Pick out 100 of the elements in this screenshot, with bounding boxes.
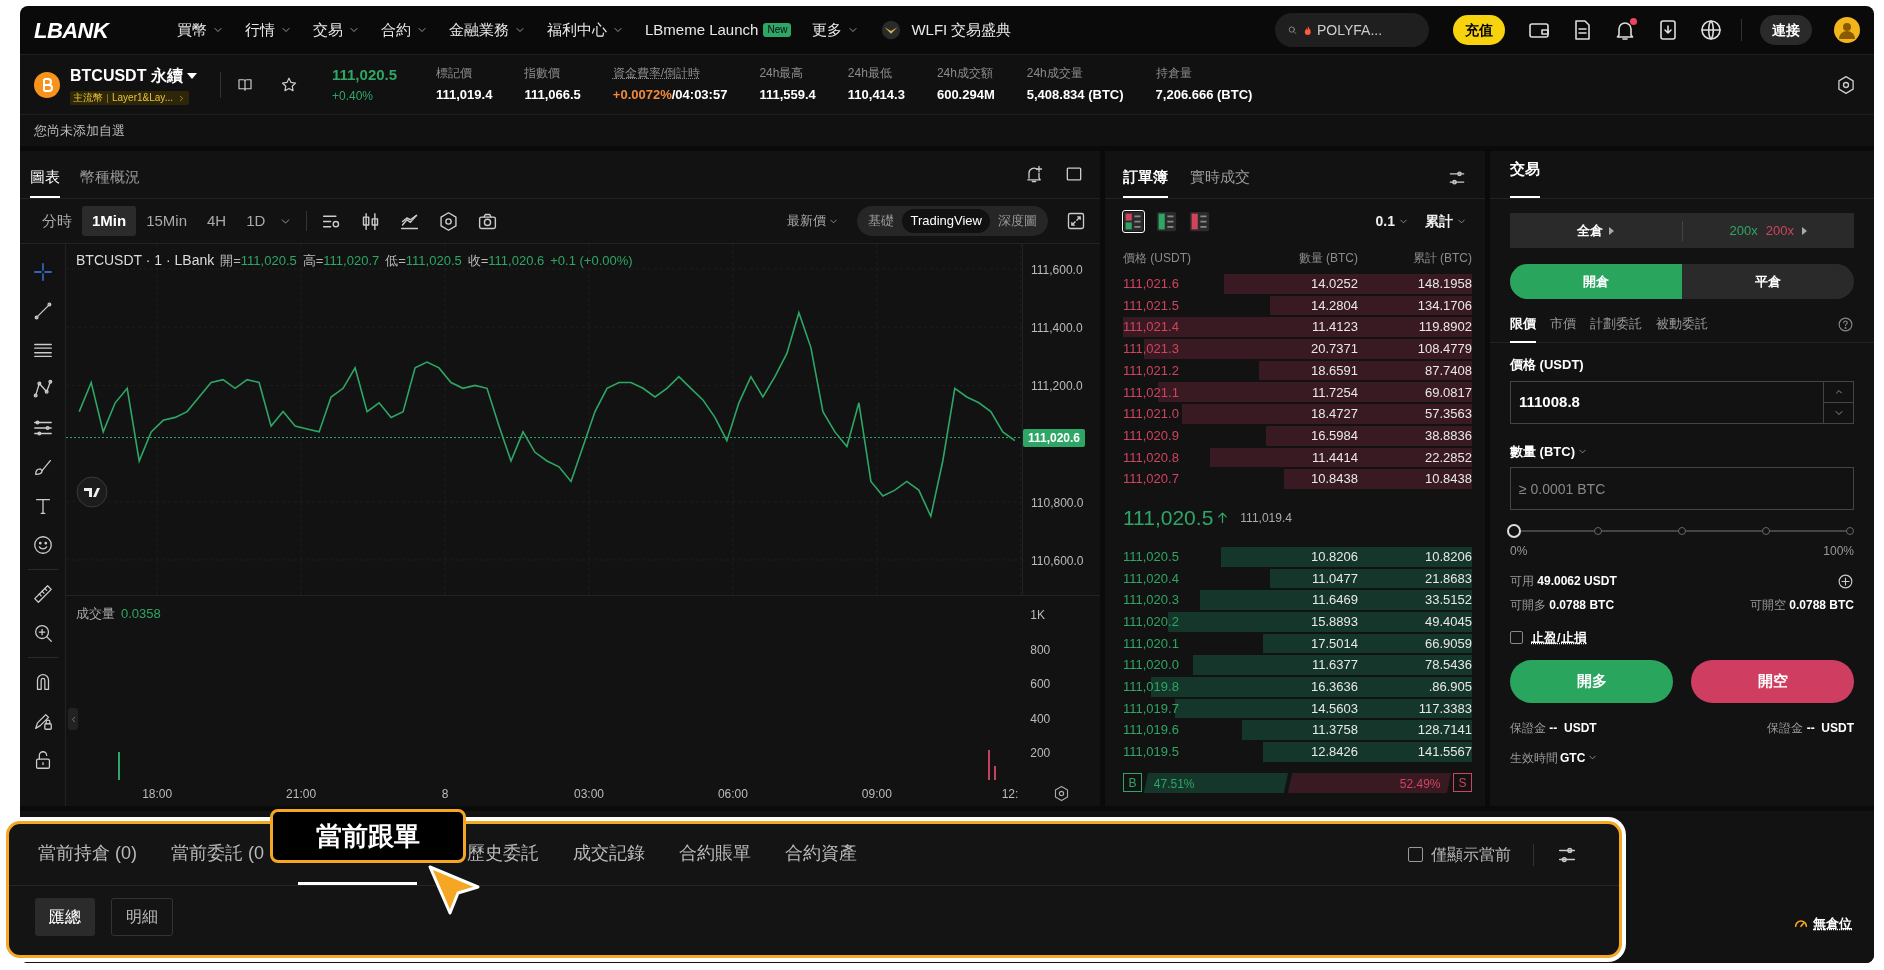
axis-label: 110,600.0 — [1031, 552, 1084, 570]
order-type-tab[interactable]: 市價 — [1550, 306, 1576, 343]
nav-menu-item[interactable]: 買幣 — [177, 18, 224, 42]
position-tab[interactable]: 當前委託 (0 — [171, 824, 264, 885]
ohlc-label: 低= — [385, 251, 406, 270]
position-tab[interactable]: 當前持倉 (0) — [38, 824, 137, 885]
pattern-icon[interactable] — [31, 378, 54, 400]
amount-cell-text: 11.6469 — [1311, 591, 1358, 610]
price-cell-text: 111,020.3 — [1123, 591, 1179, 610]
nav-menu-item[interactable]: 更多 — [812, 18, 860, 42]
search-input[interactable]: POLYFA... — [1317, 19, 1417, 41]
help-icon[interactable] — [1837, 316, 1854, 333]
price-cell-text: 111,021.5 — [1123, 296, 1179, 315]
margin-info: 保證金 -- USDT — [1510, 719, 1597, 737]
chart-tab[interactable]: 幣種概況 — [80, 158, 140, 198]
search-field[interactable]: POLYFA... — [1275, 13, 1429, 47]
symbol-selector[interactable]: BTCUSDT 永續 — [70, 64, 220, 88]
checkbox[interactable] — [1408, 847, 1423, 862]
axis-label: 111,600.0 — [1031, 262, 1083, 279]
subtab-button[interactable]: 匯總 — [35, 898, 95, 936]
logo[interactable]: LBANK — [34, 13, 177, 47]
alert-add-icon[interactable] — [1024, 164, 1044, 184]
nav-menu-item[interactable]: 交易 — [313, 18, 360, 42]
interval-button[interactable]: 1Min — [82, 206, 137, 236]
nav-menu-item[interactable]: 合約 — [381, 18, 428, 42]
time-in-force-dropdown[interactable]: 生效時間 GTC — [1510, 748, 1599, 767]
interval-button[interactable]: 4H — [197, 206, 237, 236]
nav-menu-item[interactable]: 福利中心 — [547, 18, 624, 42]
volume-scale-label: 400 — [1030, 710, 1051, 728]
category-tag[interactable]: Layer1&Lay... — [112, 91, 173, 105]
order-type-tab[interactable]: 限價 — [1510, 306, 1536, 343]
price-cell-text: 111,020.2 — [1123, 613, 1179, 632]
total-cell-text: 57.3563 — [1425, 405, 1472, 424]
quantity-unit-dropdown[interactable]: 數量 (BTC) — [1510, 441, 1588, 461]
stat-label: 標記價 — [436, 65, 473, 83]
collapse-handle[interactable] — [68, 708, 78, 730]
max-long: 可開多 0.0788 BTC — [1510, 597, 1615, 614]
amount-cell-text: 10.8206 — [1311, 547, 1358, 566]
side-tab[interactable]: 平倉 — [1682, 264, 1854, 299]
position-tab[interactable]: 合約賬單 — [679, 824, 751, 885]
connect-button[interactable]: 連接 — [1760, 15, 1812, 45]
view-tab[interactable]: TradingView — [902, 209, 990, 233]
nav-menu-item[interactable]: WLFI 交易盛典 — [880, 18, 1012, 42]
ohlc-value: 111,020.6 — [488, 251, 545, 270]
interval-button[interactable]: 分時 — [32, 206, 82, 236]
add-funds-icon[interactable] — [1837, 572, 1854, 590]
deposit-button[interactable]: 充值 — [1453, 15, 1505, 45]
order-type-tab[interactable]: 被動委託 — [1656, 306, 1708, 343]
amount-cell-text: 10.8438 — [1311, 470, 1358, 489]
margin-mode-button[interactable]: 全倉 — [1510, 220, 1682, 241]
settings-icon[interactable] — [1052, 784, 1070, 802]
price-cell-text: 111,019.6 — [1123, 721, 1179, 740]
subtab-button[interactable]: 明細 — [111, 898, 173, 936]
view-tab[interactable]: 深度圖 — [990, 209, 1045, 233]
view-tab[interactable]: 基礎 — [860, 209, 903, 233]
axis-label: 111,200.0 — [1031, 378, 1083, 396]
volume-label: 成交量 — [76, 605, 115, 623]
mode-dropdown[interactable]: 累計 — [1425, 210, 1467, 232]
layout-toggle-icon[interactable] — [1156, 210, 1177, 232]
slider-thumb[interactable] — [1507, 524, 1521, 538]
settings-icon[interactable] — [1836, 74, 1856, 95]
position-tab[interactable]: 成交記錄 — [573, 824, 645, 885]
sell-label: S — [1453, 773, 1472, 793]
nav-menu-item[interactable]: 金融業務 — [449, 18, 526, 42]
precision-dropdown[interactable]: 0.1 — [1375, 210, 1409, 232]
long-leverage: 200x — [1729, 221, 1758, 240]
order-book-tab[interactable]: 訂單簿 — [1123, 158, 1168, 198]
star-icon[interactable] — [280, 75, 298, 94]
layout-toggle-icon[interactable] — [1189, 210, 1210, 232]
checkbox[interactable] — [1510, 631, 1523, 645]
stat-label: 持倉量 — [1155, 65, 1193, 83]
ruler-icon[interactable] — [31, 583, 54, 605]
tradingview-logo[interactable] — [76, 476, 108, 508]
layout-toggle-icon[interactable] — [1123, 210, 1144, 232]
price-type-dropdown[interactable]: 最新價 — [787, 211, 840, 231]
nav-menu-item[interactable]: 行情 — [245, 18, 292, 42]
nav-menu-item[interactable]: LBmeme Launch New — [645, 18, 792, 42]
open-short-button[interactable]: 開空 — [1691, 659, 1854, 703]
tab-tooltip[interactable]: 當前跟單 — [270, 809, 466, 863]
avatar[interactable] — [1834, 17, 1860, 43]
quantity-input[interactable]: ≥ 0.0001 BTC — [1510, 467, 1854, 510]
interval-button[interactable]: 1D — [236, 206, 276, 236]
crosshair-icon[interactable] — [31, 261, 54, 283]
buy-percent: 47.51% — [1153, 775, 1195, 793]
order-book-tab[interactable]: 實時成交 — [1190, 158, 1250, 198]
price-change: +0.40% — [332, 87, 375, 105]
ohlc-label: 收= — [467, 251, 489, 270]
interval-button[interactable]: 15Min — [136, 206, 198, 236]
leverage-button[interactable]: 200x 200x — [1682, 220, 1854, 241]
order-type-tab[interactable]: 計劃委託 — [1590, 306, 1642, 343]
category-tag[interactable]: 主流幣 — [73, 91, 103, 105]
globe-icon[interactable] — [1699, 18, 1723, 42]
settings-icon[interactable] — [438, 210, 460, 232]
smiley-icon[interactable] — [31, 534, 54, 556]
position-tab[interactable]: 歷史委託 — [467, 824, 539, 885]
fullscreen-icon[interactable] — [1066, 211, 1086, 231]
position-tab[interactable]: 合約資產 — [785, 824, 857, 885]
chart-tab[interactable]: 圖表 — [30, 158, 60, 198]
price-cell-text: 111,021.4 — [1123, 318, 1179, 337]
stat-label: 24h最低 — [847, 65, 893, 83]
